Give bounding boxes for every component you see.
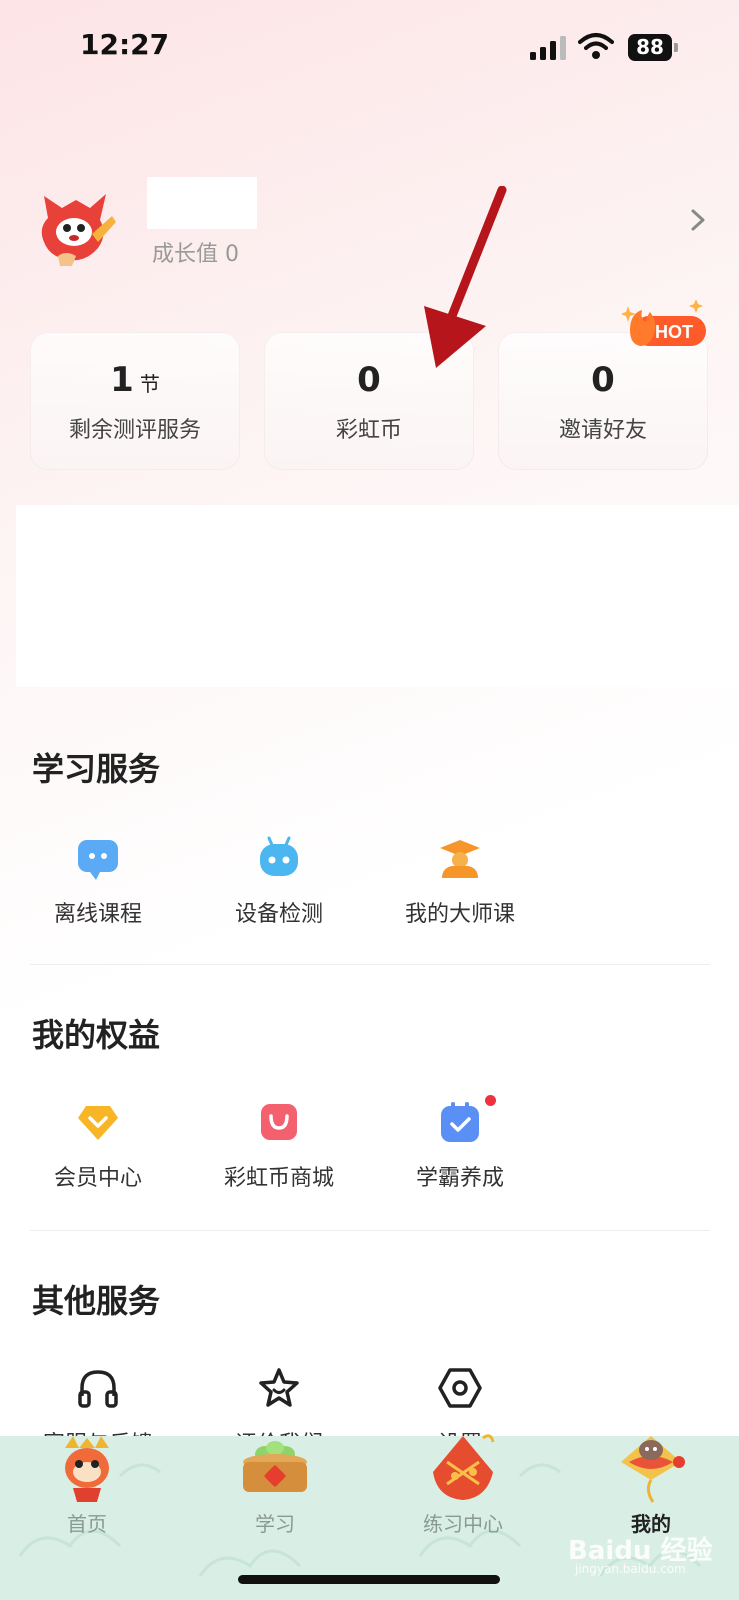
wifi-icon — [578, 33, 614, 59]
tab-home[interactable]: 首页 — [22, 1432, 152, 1537]
banner-placeholder — [16, 505, 739, 687]
username-redacted — [147, 177, 257, 229]
hot-badge: HOT — [622, 300, 706, 346]
stat-label: 剩余测评服务 — [68, 418, 201, 443]
tab-practice-center[interactable]: 练习中心 — [398, 1432, 528, 1537]
stat-card-invite-friends[interactable]: 0 邀请好友 — [498, 332, 708, 470]
tab-label: 学习 — [255, 1512, 295, 1536]
headphones-icon — [78, 1370, 118, 1408]
stat-label: 彩虹币 — [335, 418, 402, 443]
benefit-member-center[interactable]: 会员中心 — [18, 1100, 178, 1192]
service-label: 离线课程 — [53, 902, 142, 927]
graduation-cap-icon — [440, 840, 480, 878]
avatar[interactable] — [36, 186, 116, 266]
zongzi-icon — [433, 1434, 495, 1500]
tab-mine[interactable]: 我的 — [586, 1432, 716, 1537]
section-divider — [30, 964, 710, 965]
section-title-other: 其他服务 — [32, 1282, 161, 1320]
service-label: 设备检测 — [234, 902, 323, 927]
service-master-class[interactable]: 我的大师课 — [380, 836, 540, 928]
stat-label: 邀请好友 — [558, 418, 647, 443]
dragon-head-icon — [65, 1436, 109, 1502]
growth-value[interactable]: 成长值 0 — [152, 236, 239, 268]
settings-hex-icon — [438, 1368, 482, 1408]
dumpling-steamer-icon — [243, 1441, 307, 1492]
calendar-check-icon — [441, 1102, 479, 1142]
notification-dot — [485, 1095, 496, 1106]
hot-label: HOT — [655, 322, 693, 342]
service-label: 我的大师课 — [404, 902, 515, 927]
shopping-bag-icon — [261, 1104, 297, 1140]
star-icon — [259, 1368, 299, 1407]
tab-study[interactable]: 学习 — [210, 1432, 340, 1537]
status-time: 12:27 — [80, 28, 170, 61]
section-title-benefits: 我的权益 — [32, 1016, 161, 1054]
watermark-sub: jingyan.baidu.com — [575, 1562, 686, 1576]
service-offline-course[interactable]: 离线课程 — [18, 836, 178, 928]
stat-value: 0 — [591, 360, 615, 400]
section-divider — [30, 1230, 710, 1231]
diamond-icon — [78, 1106, 118, 1140]
stat-value: 1节 — [110, 360, 160, 400]
stat-card-remaining-assessment[interactable]: 1节 剩余测评服务 — [30, 332, 240, 470]
cellular-signal-icon — [530, 36, 566, 60]
service-label: 彩虹币商城 — [223, 1166, 334, 1191]
growth-label: 成长值 — [152, 242, 219, 267]
chat-bubble-icon — [78, 840, 118, 880]
service-label: 会员中心 — [53, 1166, 142, 1191]
service-label: 学霸养成 — [415, 1166, 504, 1191]
growth-number: 0 — [225, 242, 240, 267]
service-device-check[interactable]: 设备检测 — [199, 836, 359, 928]
tab-label: 练习中心 — [423, 1512, 503, 1536]
benefit-coin-mall[interactable]: 彩虹币商城 — [199, 1100, 359, 1192]
annotation-arrow-icon — [424, 186, 507, 368]
stat-unit: 节 — [139, 372, 160, 396]
chevron-right-icon[interactable] — [690, 208, 706, 232]
home-indicator[interactable] — [238, 1575, 500, 1584]
section-title-study: 学习服务 — [32, 750, 161, 788]
battery-level: 88 — [628, 34, 672, 61]
tab-label: 首页 — [67, 1512, 107, 1536]
robot-icon — [260, 836, 298, 876]
kite-icon — [621, 1436, 685, 1503]
battery-indicator: 88 — [628, 34, 678, 61]
benefit-study-habit[interactable]: 学霸养成 — [380, 1100, 540, 1192]
